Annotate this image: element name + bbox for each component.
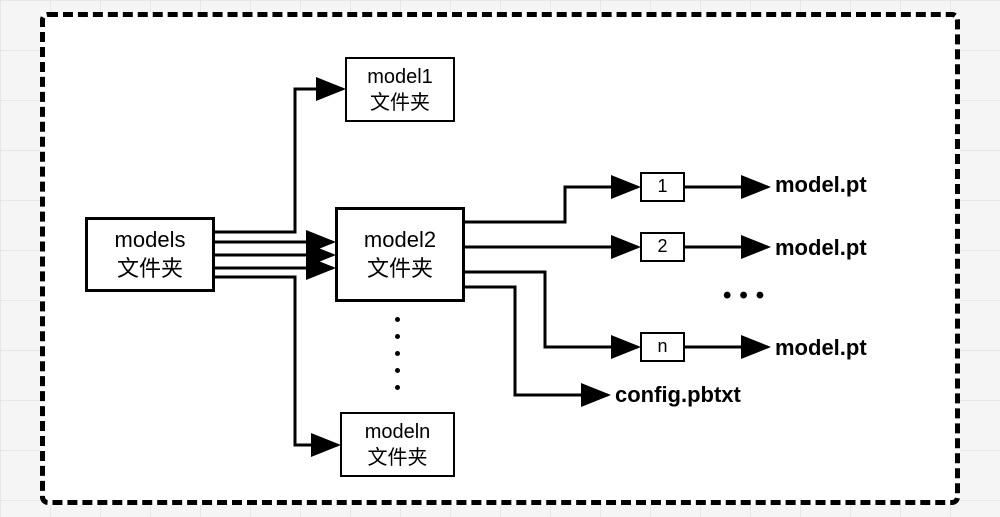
version-n-box: n xyxy=(640,332,685,362)
models-label-line1: models xyxy=(115,226,186,255)
models-folder-box: models 文件夹 xyxy=(85,217,215,292)
model1-label-line2: 文件夹 xyxy=(370,90,430,116)
modeln-label-line2: 文件夹 xyxy=(368,445,428,471)
model2-label-line2: 文件夹 xyxy=(367,255,433,284)
model1-folder-box: model1 文件夹 xyxy=(345,57,455,122)
version-1-label: 1 xyxy=(657,175,667,198)
model-pt-label-2: model.pt xyxy=(775,235,867,261)
version-2-label: 2 xyxy=(657,235,667,258)
modeln-label-line1: modeln xyxy=(365,419,431,445)
modeln-folder-box: modeln 文件夹 xyxy=(340,412,455,477)
model2-folder-box: model2 文件夹 xyxy=(335,207,465,302)
model2-label-line1: model2 xyxy=(364,226,436,255)
model1-label-line1: model1 xyxy=(367,64,433,90)
models-label-line2: 文件夹 xyxy=(117,255,183,284)
model-pt-label-1: model.pt xyxy=(775,172,867,198)
horizontal-ellipsis: ••• xyxy=(723,282,772,310)
version-1-box: 1 xyxy=(640,172,685,202)
version-n-label: n xyxy=(657,335,667,358)
version-2-box: 2 xyxy=(640,232,685,262)
config-pbtxt-label: config.pbtxt xyxy=(615,382,741,408)
model-pt-label-n: model.pt xyxy=(775,335,867,361)
diagram-container: models 文件夹 model1 文件夹 model2 文件夹 modeln … xyxy=(40,12,960,505)
vertical-ellipsis xyxy=(395,317,400,390)
